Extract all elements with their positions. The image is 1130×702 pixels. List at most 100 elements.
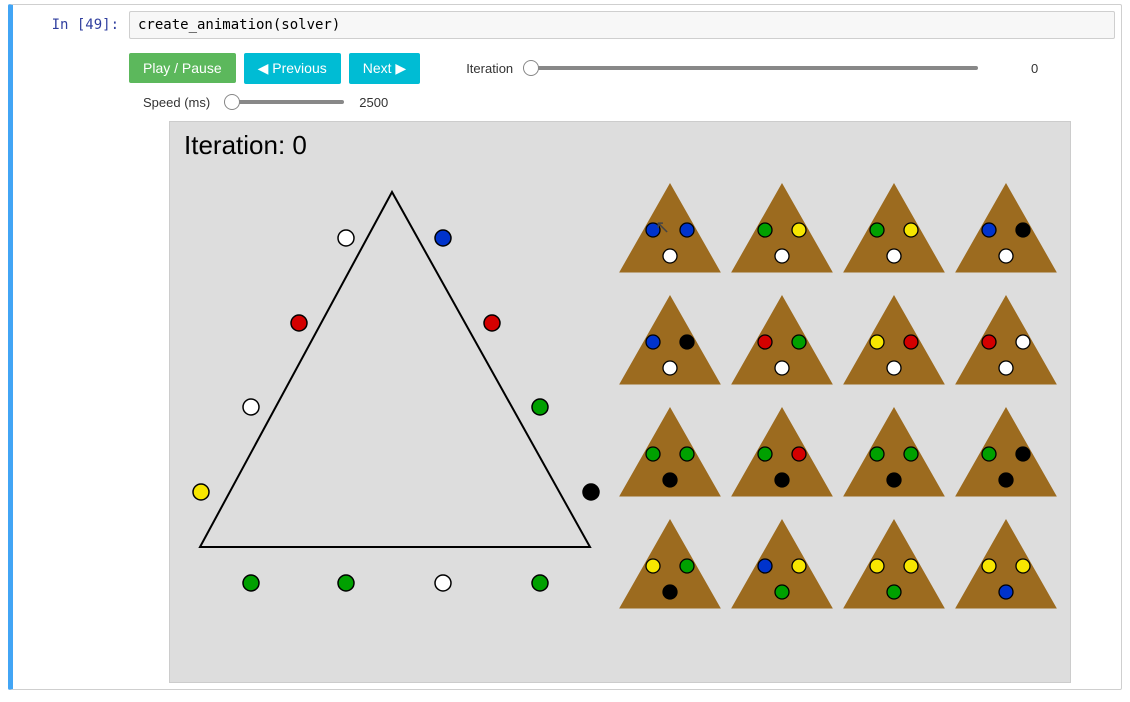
iteration-title-prefix: Iteration: [184,130,292,160]
small-triangle-dot [646,559,660,573]
next-button[interactable]: Next ▶ [349,53,420,84]
outer-dot [484,315,500,331]
output-area: Play / Pause ◀ Previous Next ▶ Iteration… [13,45,1121,689]
small-triangle-dot [870,447,884,461]
small-triangle-dot [663,361,677,375]
small-triangle-dot [758,223,772,237]
iteration-value: 0 [988,61,1038,76]
small-triangle-dot [680,335,694,349]
canvas-wrap: Iteration: 0 ↖ [129,117,1115,683]
speed-slider[interactable] [224,100,344,104]
small-triangle [620,520,720,608]
small-triangle-dot [792,223,806,237]
play-pause-button[interactable]: Play / Pause [129,53,236,83]
small-triangle-dot [999,473,1013,487]
outer-dot [435,230,451,246]
plot-svg [170,122,1070,682]
small-triangle [620,296,720,384]
small-triangle-dot [775,361,789,375]
previous-button[interactable]: ◀ Previous [244,53,341,84]
iteration-label: Iteration [466,61,513,76]
iteration-slider[interactable] [523,66,978,70]
outer-dot [338,230,354,246]
small-triangle-dot [680,223,694,237]
small-triangle-dot [663,473,677,487]
small-triangle-dot [982,335,996,349]
outer-dot [338,575,354,591]
small-triangle-dot [663,249,677,263]
small-triangle-dot [887,361,901,375]
code-input[interactable]: create_animation(solver) [129,11,1115,39]
small-triangle-dot [758,559,772,573]
prompt-prefix: In [ [52,17,86,33]
small-triangle-dot [1016,223,1030,237]
small-triangle-dot [646,335,660,349]
input-prompt: In [49]: [13,11,129,39]
small-triangle-dot [982,223,996,237]
code-cell: In [49]: create_animation(solver) Play /… [8,4,1122,690]
output-prompt-spacer [13,49,129,683]
outer-dot [532,399,548,415]
small-triangle-dot [1016,447,1030,461]
animation-canvas: Iteration: 0 ↖ [169,121,1071,683]
small-triangle-dot [792,447,806,461]
big-triangle [200,192,590,547]
small-triangle-dot [663,585,677,599]
outer-dot [291,315,307,331]
iteration-title: Iteration: 0 [184,130,307,161]
small-triangle-dot [982,447,996,461]
small-triangle-dot [982,559,996,573]
small-triangle [844,296,944,384]
controls-row-1: Play / Pause ◀ Previous Next ▶ Iteration… [129,49,1115,87]
small-triangle-dot [904,447,918,461]
small-triangle [732,520,832,608]
small-triangle [844,408,944,496]
outer-dot [243,575,259,591]
outer-dot [435,575,451,591]
small-triangle-dot [680,559,694,573]
outer-dot [583,484,599,500]
small-triangle [844,184,944,272]
small-triangle-dot [775,249,789,263]
prompt-number: 49 [85,17,102,33]
small-triangle-dot [775,473,789,487]
small-triangle [956,296,1056,384]
small-triangle [732,296,832,384]
output-body: Play / Pause ◀ Previous Next ▶ Iteration… [129,49,1115,683]
outer-dot [532,575,548,591]
small-triangle [956,520,1056,608]
small-triangle-dot [646,447,660,461]
small-triangle [956,408,1056,496]
notebook-root: In [49]: create_animation(solver) Play /… [0,0,1130,702]
small-triangle-dot [887,249,901,263]
speed-value: 2500 [358,95,388,110]
small-triangle-dot [999,249,1013,263]
prompt-suffix: ]: [102,17,119,33]
speed-label: Speed (ms) [143,95,210,110]
small-triangle-dot [792,559,806,573]
small-triangle-dot [792,335,806,349]
small-triangle-dot [904,559,918,573]
iteration-title-value: 0 [292,130,306,160]
input-row: In [49]: create_animation(solver) [13,5,1121,45]
small-triangle-dot [870,223,884,237]
small-triangle [956,184,1056,272]
small-triangle [620,408,720,496]
small-triangle-dot [1016,559,1030,573]
small-triangle-dot [904,335,918,349]
small-triangle-dot [999,585,1013,599]
small-triangle-dot [1016,335,1030,349]
small-triangle-dot [999,361,1013,375]
small-triangle-dot [775,585,789,599]
small-triangle-dot [887,473,901,487]
small-triangle [844,520,944,608]
controls-row-2: Speed (ms) 2500 [129,87,1115,117]
small-triangle-dot [758,447,772,461]
small-triangle-dot [758,335,772,349]
outer-dot [193,484,209,500]
small-triangle [732,184,832,272]
small-triangle-dot [870,335,884,349]
small-triangle-dot [904,223,918,237]
outer-dot [243,399,259,415]
small-triangle [732,408,832,496]
